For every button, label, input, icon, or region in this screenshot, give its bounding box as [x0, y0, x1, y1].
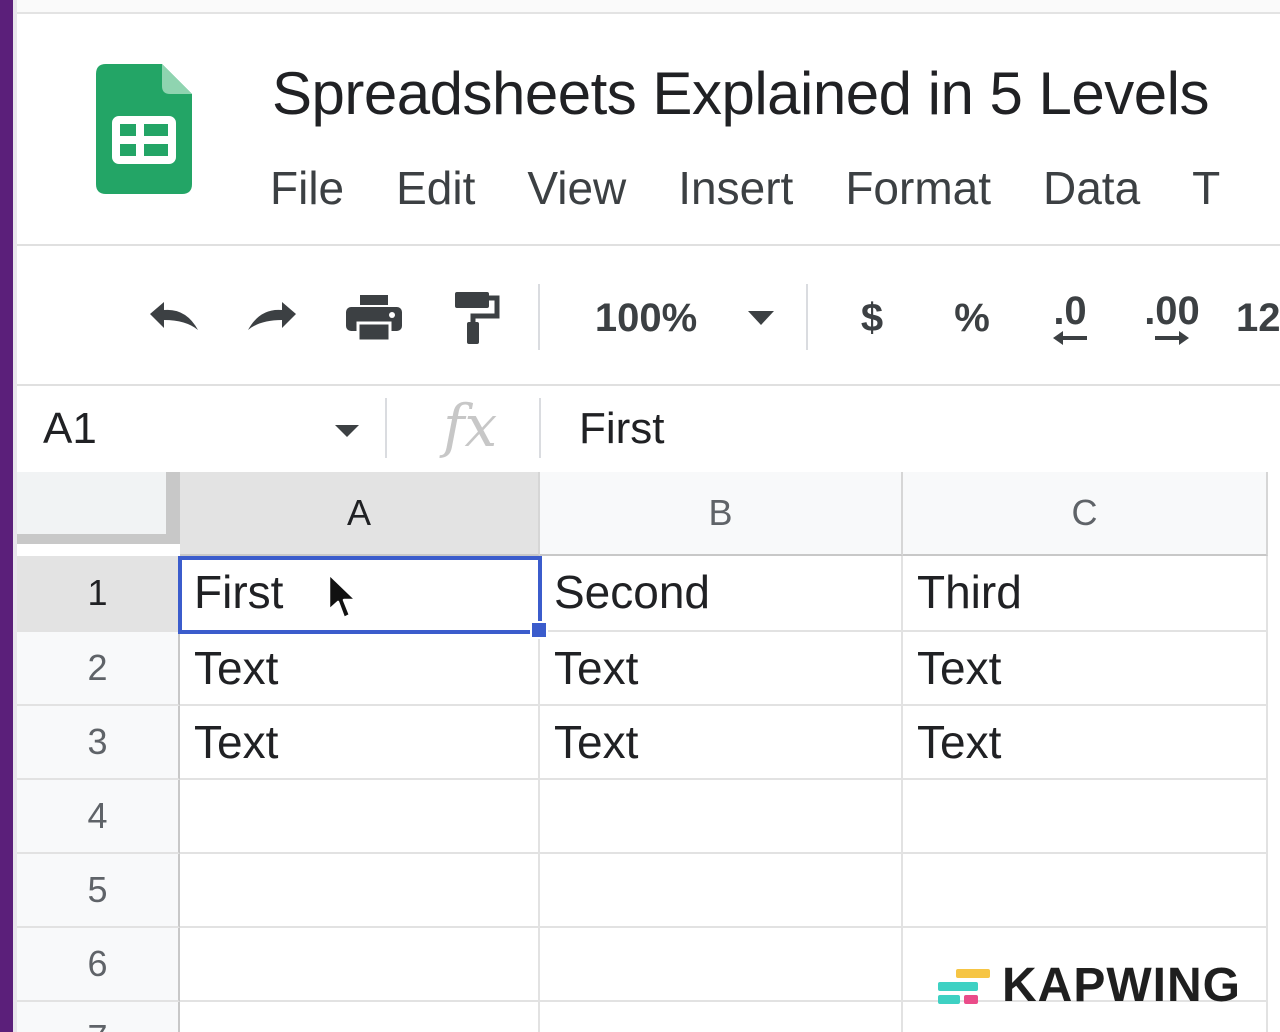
cell-a7[interactable]: [180, 1002, 540, 1032]
row-header-3[interactable]: 3: [17, 706, 180, 780]
row-header-4[interactable]: 4: [17, 780, 180, 854]
row-header-5[interactable]: 5: [17, 854, 180, 928]
menu-bar: File Edit View Insert Format Data T: [270, 160, 1272, 216]
menu-insert[interactable]: Insert: [678, 160, 793, 216]
cell-c2[interactable]: Text: [903, 632, 1268, 706]
cell-c5[interactable]: [903, 854, 1268, 928]
menu-format[interactable]: Format: [845, 160, 991, 216]
spreadsheet-grid: A B C 1 2 3 4 5 6 7 First Second Third T…: [17, 472, 1280, 1032]
menu-tools[interactable]: T: [1192, 160, 1220, 216]
top-strip: [17, 0, 1280, 14]
print-icon: [346, 295, 402, 343]
cell-c3[interactable]: Text: [903, 706, 1268, 780]
cell-c1[interactable]: Third: [903, 556, 1268, 632]
zoom-value[interactable]: 100%: [586, 278, 706, 358]
increase-decimal-button[interactable]: .00: [1136, 278, 1208, 358]
menu-view[interactable]: View: [527, 160, 626, 216]
redo-button[interactable]: [242, 278, 306, 358]
cell-b2[interactable]: Text: [540, 632, 903, 706]
row-header-1[interactable]: 1: [17, 556, 180, 632]
kapwing-logo-icon: [938, 966, 990, 1006]
column-header-b[interactable]: B: [540, 472, 903, 556]
cell-b7[interactable]: [540, 1002, 903, 1032]
fx-icon: fx: [443, 392, 498, 460]
fill-handle[interactable]: [530, 621, 548, 639]
undo-button[interactable]: [140, 278, 204, 358]
menu-file[interactable]: File: [270, 160, 344, 216]
cell-a3[interactable]: Text: [180, 706, 540, 780]
menu-edit[interactable]: Edit: [396, 160, 475, 216]
zoom-dropdown[interactable]: [746, 278, 776, 358]
row-header-7[interactable]: 7: [17, 1002, 180, 1032]
kapwing-wordmark: KAPWING: [1002, 959, 1241, 1012]
header-divider: [17, 244, 1280, 246]
arrow-left-icon: [1053, 331, 1087, 345]
name-box[interactable]: A1: [43, 400, 97, 458]
decrease-decimal-label: .0: [1053, 289, 1087, 333]
cell-c4[interactable]: [903, 780, 1268, 854]
row-header-6[interactable]: 6: [17, 928, 180, 1002]
column-header-a[interactable]: A: [180, 472, 540, 556]
toolbar-divider: [538, 284, 540, 350]
toolbar-divider-bottom: [17, 384, 1280, 386]
cell-a1[interactable]: First: [180, 556, 540, 632]
decrease-decimal-button[interactable]: .0: [1038, 278, 1102, 358]
select-all-corner[interactable]: [17, 472, 180, 544]
chevron-down-icon: [335, 425, 359, 437]
more-formats-button[interactable]: 12: [1236, 278, 1280, 358]
paint-format-icon: [455, 292, 500, 344]
chevron-down-icon: [748, 311, 774, 325]
left-edge-bar: [0, 0, 17, 1032]
cell-a6[interactable]: [180, 928, 540, 1002]
cell-b6[interactable]: [540, 928, 903, 1002]
arrow-right-icon: [1155, 331, 1189, 345]
formula-bar: A1 fx First: [17, 388, 1280, 470]
currency-format-button[interactable]: $: [848, 278, 896, 358]
undo-icon: [150, 302, 198, 330]
column-header-c[interactable]: C: [903, 472, 1268, 556]
cell-b3[interactable]: Text: [540, 706, 903, 780]
name-box-dropdown[interactable]: [335, 424, 359, 442]
document-title[interactable]: Spreadsheets Explained in 5 Levels: [272, 58, 1209, 130]
formula-divider: [385, 398, 387, 458]
percent-format-button[interactable]: %: [948, 278, 996, 358]
formula-input[interactable]: First: [579, 400, 665, 458]
cell-a4[interactable]: [180, 780, 540, 854]
cell-b5[interactable]: [540, 854, 903, 928]
print-button[interactable]: [342, 278, 406, 358]
redo-icon: [248, 302, 296, 330]
cell-b1[interactable]: Second: [540, 556, 903, 632]
formula-divider: [539, 398, 541, 458]
menu-data[interactable]: Data: [1043, 160, 1140, 216]
increase-decimal-label: .00: [1144, 289, 1200, 333]
cell-a2[interactable]: Text: [180, 632, 540, 706]
kapwing-watermark: KAPWING: [938, 958, 1241, 1013]
cell-b4[interactable]: [540, 780, 903, 854]
toolbar-divider: [806, 284, 808, 350]
sheets-logo[interactable]: [96, 64, 192, 194]
row-header-2[interactable]: 2: [17, 632, 180, 706]
mouse-cursor-icon: [326, 572, 360, 627]
cell-a5[interactable]: [180, 854, 540, 928]
paint-format-button[interactable]: [444, 278, 508, 358]
